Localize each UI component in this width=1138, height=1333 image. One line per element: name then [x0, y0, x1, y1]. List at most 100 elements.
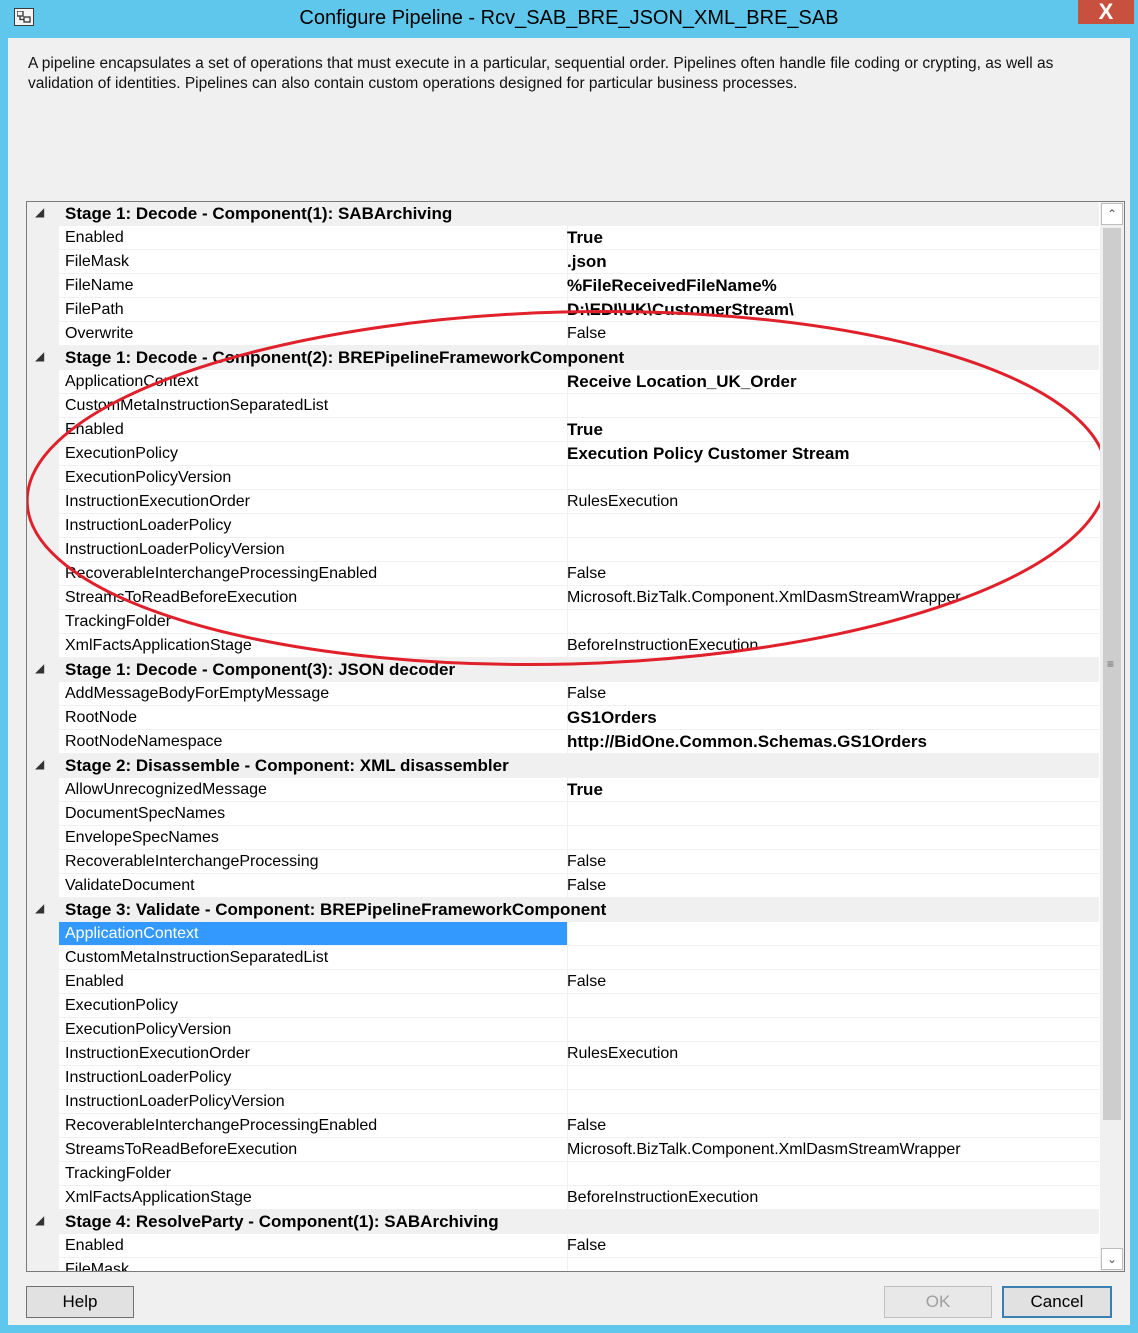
property-value[interactable]: [561, 1258, 1099, 1271]
property-row[interactable]: ExecutionPolicyVersion: [27, 466, 1099, 490]
property-row[interactable]: ApplicationContext: [27, 922, 1099, 946]
property-row[interactable]: Enabled False: [27, 970, 1099, 994]
property-name[interactable]: Enabled: [59, 970, 568, 994]
property-value[interactable]: [561, 826, 1099, 850]
scroll-thumb[interactable]: ≡: [1103, 228, 1121, 1120]
property-row[interactable]: TrackingFolder: [27, 1162, 1099, 1186]
property-value[interactable]: RulesExecution: [561, 1042, 1099, 1066]
close-button[interactable]: X: [1078, 0, 1134, 24]
vertical-scrollbar[interactable]: ⌃ ≡ ⌄: [1100, 202, 1124, 1271]
property-row[interactable]: ApplicationContext Receive Location_UK_Or…: [27, 370, 1099, 394]
property-row[interactable]: FilePath D:\EDI\UK\CustomerStream\: [27, 298, 1099, 322]
property-name[interactable]: InstructionLoaderPolicy: [59, 514, 568, 538]
property-value[interactable]: [561, 610, 1099, 634]
property-value[interactable]: Microsoft.BizTalk.Component.XmlDasmStrea…: [561, 586, 1099, 610]
category-row[interactable]: ◢ Stage 3: Validate - Component: BREPipel…: [27, 898, 1099, 922]
property-name[interactable]: ApplicationContext: [59, 922, 568, 946]
property-row[interactable]: InstructionExecutionOrder RulesExecution: [27, 1042, 1099, 1066]
category-row[interactable]: ◢ Stage 1: Decode - Component(3): JSON de…: [27, 658, 1099, 682]
property-value[interactable]: Execution Policy Customer Stream: [561, 442, 1099, 466]
property-value[interactable]: False: [561, 322, 1099, 346]
property-value[interactable]: False: [561, 562, 1099, 586]
property-name[interactable]: AllowUnrecognizedMessage: [59, 778, 568, 802]
property-row[interactable]: InstructionLoaderPolicyVersion: [27, 1090, 1099, 1114]
property-row[interactable]: Enabled True: [27, 418, 1099, 442]
property-value[interactable]: [561, 994, 1099, 1018]
property-value[interactable]: http://BidOne.Common.Schemas.GS1Orders: [561, 730, 1099, 754]
property-value[interactable]: [561, 514, 1099, 538]
property-row[interactable]: InstructionLoaderPolicyVersion: [27, 538, 1099, 562]
property-value[interactable]: False: [561, 1114, 1099, 1138]
property-name[interactable]: InstructionLoaderPolicy: [59, 1066, 568, 1090]
property-name[interactable]: EnvelopeSpecNames: [59, 826, 568, 850]
property-name[interactable]: RootNodeNamespace: [59, 730, 568, 754]
property-value[interactable]: False: [561, 874, 1099, 898]
property-name[interactable]: Enabled: [59, 226, 568, 250]
property-name[interactable]: TrackingFolder: [59, 1162, 568, 1186]
property-row[interactable]: StreamsToReadBeforeExecution Microsoft.Bi…: [27, 1138, 1099, 1162]
property-row[interactable]: AllowUnrecognizedMessage True: [27, 778, 1099, 802]
property-value[interactable]: BeforeInstructionExecution: [561, 634, 1099, 658]
category-row[interactable]: ◢ Stage 4: ResolveParty - Component(1): S…: [27, 1210, 1099, 1234]
property-name[interactable]: TrackingFolder: [59, 610, 568, 634]
ok-button[interactable]: OK: [884, 1286, 992, 1318]
property-row[interactable]: AddMessageBodyForEmptyMessage False: [27, 682, 1099, 706]
property-value[interactable]: D:\EDI\UK\CustomerStream\: [561, 298, 1099, 322]
property-value[interactable]: False: [561, 1234, 1099, 1258]
property-row[interactable]: TrackingFolder: [27, 610, 1099, 634]
property-value[interactable]: [561, 1018, 1099, 1042]
property-row[interactable]: ExecutionPolicyVersion: [27, 1018, 1099, 1042]
property-value[interactable]: False: [561, 970, 1099, 994]
property-name[interactable]: Enabled: [59, 418, 568, 442]
property-row[interactable]: RecoverableInterchangeProcessingEnabled F…: [27, 562, 1099, 586]
property-name[interactable]: ApplicationContext: [59, 370, 568, 394]
property-name[interactable]: CustomMetaInstructionSeparatedList: [59, 394, 568, 418]
property-row[interactable]: FileMask .json: [27, 250, 1099, 274]
property-row[interactable]: DocumentSpecNames: [27, 802, 1099, 826]
property-row[interactable]: ExecutionPolicy: [27, 994, 1099, 1018]
category-row[interactable]: ◢ Stage 2: Disassemble - Component: XML d…: [27, 754, 1099, 778]
property-name[interactable]: DocumentSpecNames: [59, 802, 568, 826]
property-name[interactable]: CustomMetaInstructionSeparatedList: [59, 946, 568, 970]
property-row[interactable]: RootNodeNamespace http://BidOne.Common.Sc…: [27, 730, 1099, 754]
collapse-triangle-icon[interactable]: ◢: [35, 349, 44, 363]
property-name[interactable]: ExecutionPolicyVersion: [59, 466, 568, 490]
category-row[interactable]: ◢ Stage 1: Decode - Component(1): SABArch…: [27, 202, 1099, 226]
property-row[interactable]: CustomMetaInstructionSeparatedList: [27, 946, 1099, 970]
property-name[interactable]: FileMask: [59, 1258, 568, 1271]
property-name[interactable]: XmlFactsApplicationStage: [59, 1186, 568, 1210]
property-value[interactable]: BeforeInstructionExecution: [561, 1186, 1099, 1210]
property-value[interactable]: RulesExecution: [561, 490, 1099, 514]
property-value[interactable]: False: [561, 850, 1099, 874]
property-row[interactable]: EnvelopeSpecNames: [27, 826, 1099, 850]
property-row[interactable]: InstructionLoaderPolicy: [27, 1066, 1099, 1090]
help-button[interactable]: Help: [26, 1286, 134, 1318]
property-value[interactable]: .json: [561, 250, 1099, 274]
property-name[interactable]: InstructionLoaderPolicyVersion: [59, 538, 568, 562]
property-row[interactable]: InstructionExecutionOrder RulesExecution: [27, 490, 1099, 514]
collapse-triangle-icon[interactable]: ◢: [35, 661, 44, 675]
cancel-button[interactable]: Cancel: [1002, 1286, 1112, 1318]
property-value[interactable]: [561, 1090, 1099, 1114]
category-row[interactable]: ◢ Stage 1: Decode - Component(2): BREPipe…: [27, 346, 1099, 370]
collapse-triangle-icon[interactable]: ◢: [35, 901, 44, 915]
scroll-down-button[interactable]: ⌄: [1101, 1248, 1123, 1270]
property-name[interactable]: Enabled: [59, 1234, 568, 1258]
property-row[interactable]: XmlFactsApplicationStage BeforeInstructio…: [27, 1186, 1099, 1210]
property-name[interactable]: ExecutionPolicyVersion: [59, 1018, 568, 1042]
scroll-up-button[interactable]: ⌃: [1101, 203, 1123, 225]
property-value[interactable]: [561, 1162, 1099, 1186]
property-row[interactable]: ExecutionPolicy Execution Policy Customer…: [27, 442, 1099, 466]
property-name[interactable]: ExecutionPolicy: [59, 994, 568, 1018]
collapse-triangle-icon[interactable]: ◢: [35, 205, 44, 219]
property-row[interactable]: ValidateDocument False: [27, 874, 1099, 898]
property-name[interactable]: ExecutionPolicy: [59, 442, 568, 466]
property-name[interactable]: InstructionExecutionOrder: [59, 490, 568, 514]
property-row[interactable]: InstructionLoaderPolicy: [27, 514, 1099, 538]
property-name[interactable]: FileMask: [59, 250, 568, 274]
property-value[interactable]: [561, 946, 1099, 970]
property-row[interactable]: FileName %FileReceivedFileName%: [27, 274, 1099, 298]
property-value[interactable]: [561, 466, 1099, 490]
property-value[interactable]: [561, 922, 1099, 946]
property-name[interactable]: RecoverableInterchangeProcessingEnabled: [59, 562, 568, 586]
